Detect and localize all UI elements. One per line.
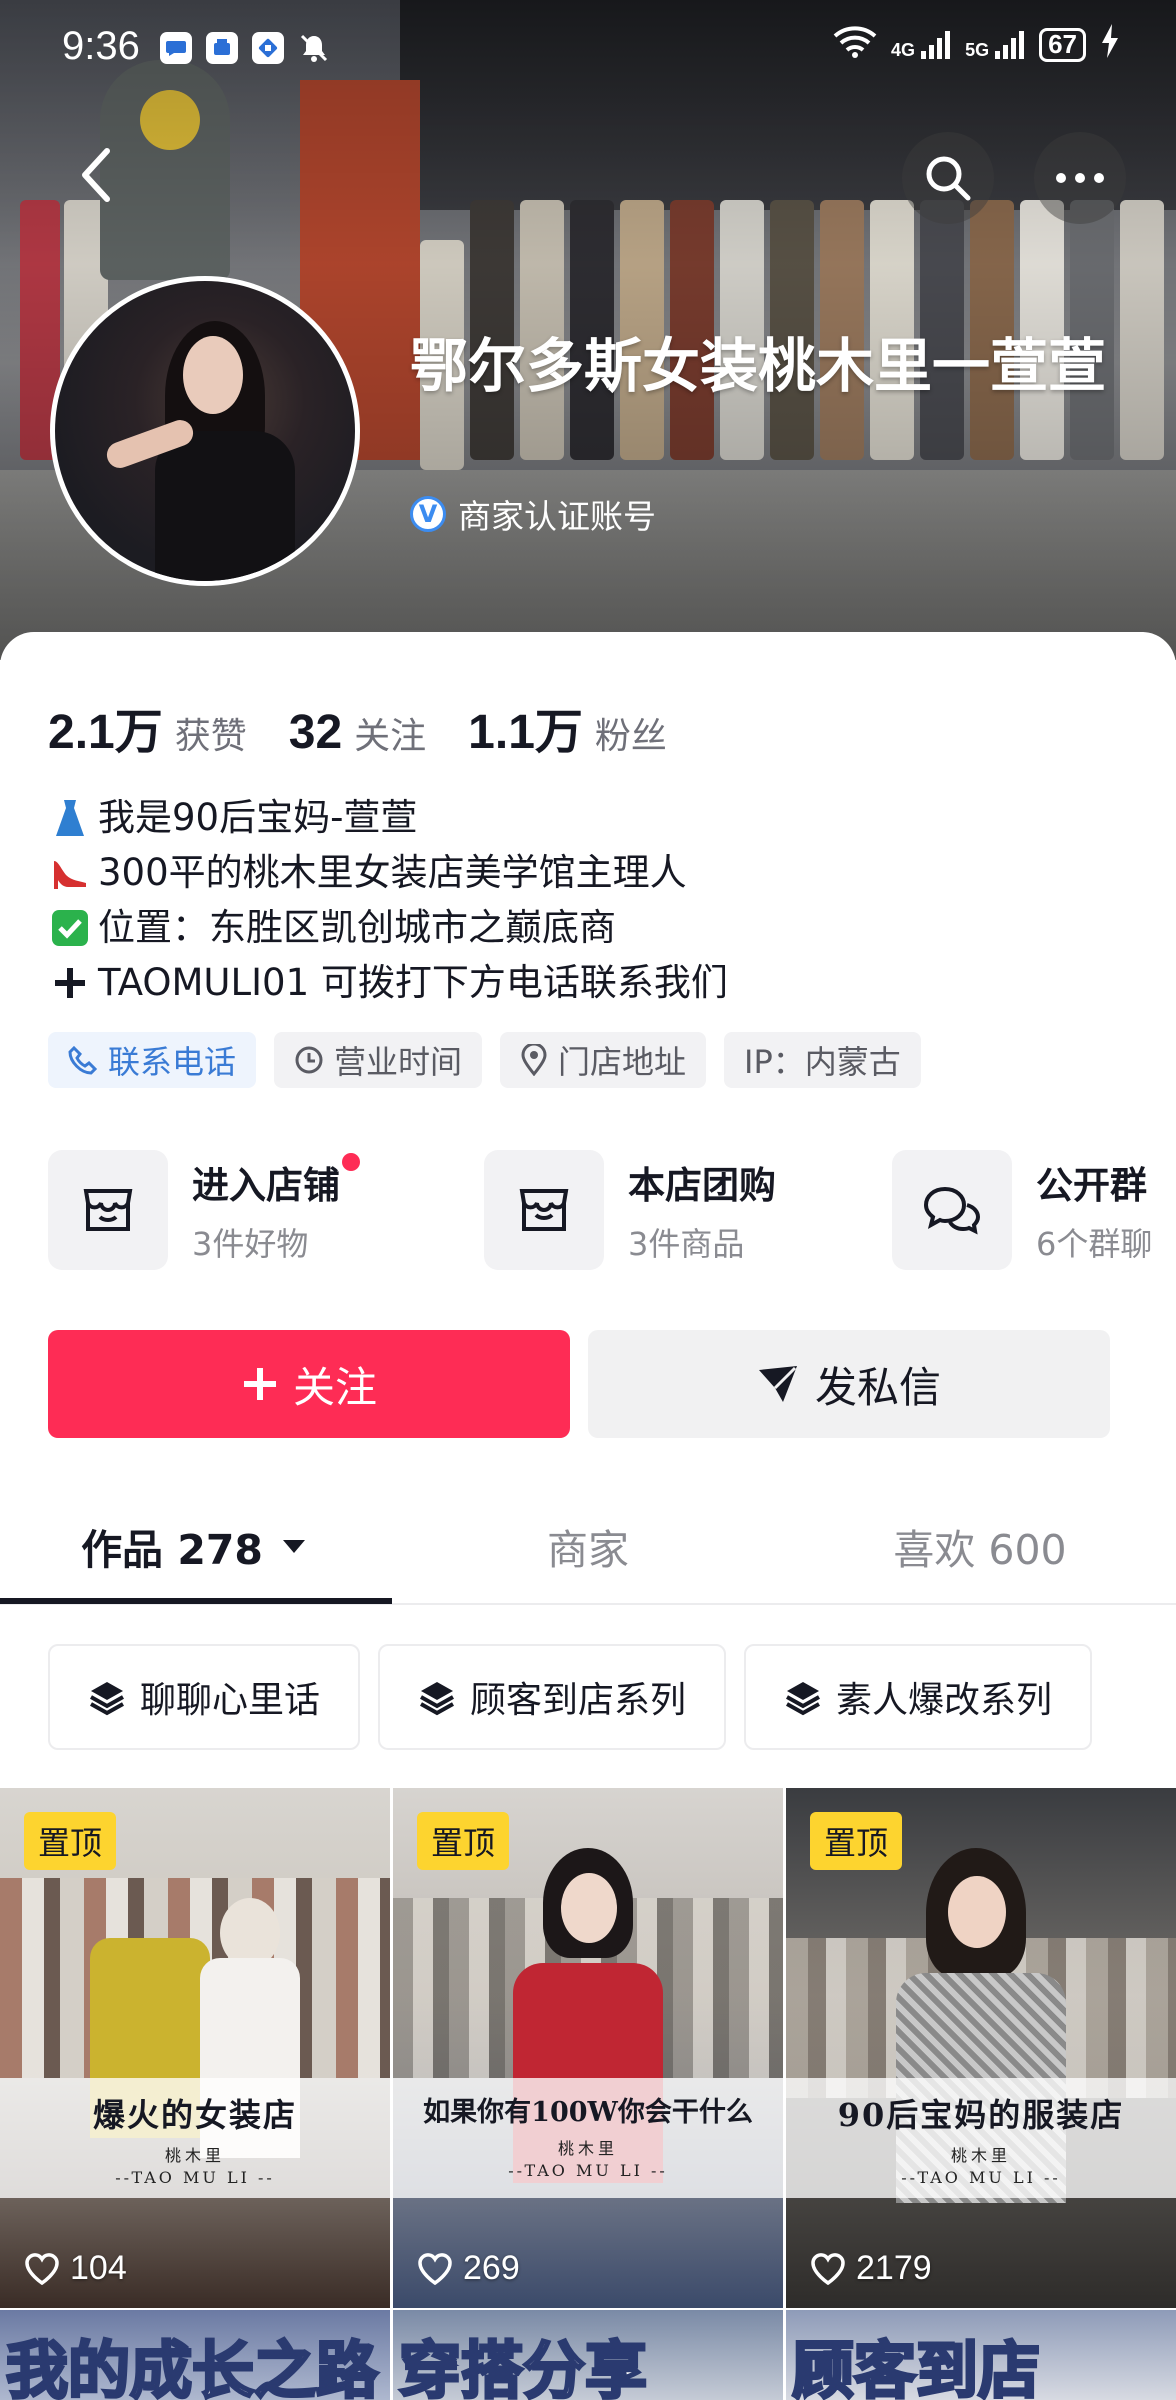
- tag-business-hours[interactable]: 营业时间: [274, 1032, 483, 1088]
- app-badge-icon: [252, 32, 284, 64]
- bio: 我是90后宝妈-萱萱 300平的桃木里女装店美学馆主理人 位置：东胜区凯创城市之…: [48, 790, 728, 1010]
- avatar[interactable]: [50, 276, 360, 586]
- tab-underline: [0, 1598, 392, 1604]
- video-caption: 如果你有100W你会干什么 桃木里 --TAO MU LI --: [393, 2078, 783, 2198]
- send-icon: [758, 1366, 797, 1402]
- content-tabs: 作品 278 商家 喜欢 600: [0, 1490, 1176, 1605]
- search-button[interactable]: [902, 132, 994, 224]
- video-card[interactable]: 顾客到店: [786, 2310, 1176, 2400]
- chat-group-icon: [923, 1186, 981, 1235]
- pinned-badge: 置顶: [417, 1812, 510, 1870]
- message-notification-icon: [160, 32, 192, 64]
- video-card[interactable]: 置顶 爆火的女装店 桃木里 --TAO MU LI -- 104: [0, 1788, 390, 2308]
- video-card[interactable]: 置顶 90后宝妈的服装店 桃木里 --TAO MU LI -- 2179: [786, 1788, 1176, 2308]
- pinned-badge: 置顶: [24, 1812, 117, 1870]
- more-dots-icon: [1056, 173, 1104, 183]
- check-mark-icon: [48, 906, 92, 950]
- status-time: 9:36: [62, 24, 140, 68]
- video-caption: 爆火的女装店 桃木里 --TAO MU LI --: [0, 2078, 390, 2198]
- wifi-icon: [833, 24, 877, 65]
- message-button[interactable]: 发私信: [588, 1330, 1110, 1438]
- shortcuts-row: 进入店铺 3件好物 本店团购 3件商品 公开群 6个群聊: [48, 1150, 1176, 1270]
- stat-likes[interactable]: 2.1万 获赞: [48, 692, 247, 762]
- search-icon: [926, 156, 971, 201]
- signal-5g-icon: 5G: [965, 29, 1025, 61]
- stat-followers[interactable]: 1.1万 粉丝: [468, 692, 667, 762]
- tab-likes[interactable]: 喜欢 600: [784, 1490, 1176, 1602]
- video-grid: 置顶 爆火的女装店 桃木里 --TAO MU LI -- 104 置顶 如果你有…: [0, 1788, 1176, 2400]
- layers-icon: [420, 1682, 454, 1716]
- collection-makeover[interactable]: 素人爆改系列: [744, 1644, 1093, 1750]
- video-card[interactable]: 穿搭分享: [393, 2310, 783, 2400]
- heart-icon: [811, 2252, 845, 2285]
- shortcut-group-buy[interactable]: 本店团购 3件商品: [484, 1150, 776, 1270]
- follow-button[interactable]: 关注: [48, 1330, 570, 1438]
- stat-following[interactable]: 32 关注: [289, 705, 426, 760]
- video-likes: 269: [417, 2249, 520, 2288]
- video-card[interactable]: 置顶 如果你有100W你会干什么 桃木里 --TAO MU LI -- 269: [393, 1788, 783, 2308]
- pinned-badge: 置顶: [810, 1812, 903, 1870]
- layers-icon: [90, 1682, 124, 1716]
- collection-customer-visits[interactable]: 顾客到店系列: [378, 1644, 727, 1750]
- tab-works[interactable]: 作品 278: [0, 1490, 392, 1602]
- location-pin-icon: [521, 1044, 547, 1076]
- plus-icon: [48, 961, 92, 1005]
- stats-row: 2.1万 获赞 32 关注 1.1万 粉丝: [48, 692, 667, 762]
- chevron-left-icon: [82, 148, 110, 202]
- tag-contact-phone[interactable]: 联系电话: [48, 1032, 257, 1088]
- heart-icon: [25, 2252, 59, 2285]
- profile-name: 鄂尔多斯女装桃木里一萱萱: [410, 332, 1107, 400]
- phone-icon: [68, 1045, 98, 1075]
- new-dot-badge: [342, 1153, 360, 1171]
- clock-icon: [295, 1046, 323, 1074]
- tab-merchant[interactable]: 商家: [392, 1490, 784, 1602]
- layers-icon: [786, 1682, 821, 1716]
- shop-icon: [83, 1189, 133, 1231]
- collection-chat[interactable]: 聊聊心里话: [48, 1644, 361, 1750]
- battery-indicator: 67: [1039, 27, 1086, 62]
- shortcut-enter-shop[interactable]: 进入店铺 3件好物: [48, 1150, 360, 1270]
- status-bar: 9:36 4G 5G 67: [0, 0, 1176, 100]
- app-notification-icon: [206, 32, 238, 64]
- signal-4g-icon: 4G: [891, 29, 951, 61]
- verification-label: 商家认证账号: [458, 497, 656, 536]
- verification-badge: V 商家认证账号: [410, 490, 656, 538]
- charging-icon: [1100, 24, 1120, 65]
- dress-icon: [48, 796, 92, 840]
- plus-icon: [243, 1368, 276, 1400]
- caret-down-icon: [282, 1540, 305, 1553]
- tag-store-address[interactable]: 门店地址: [500, 1032, 707, 1088]
- more-button[interactable]: [1034, 132, 1126, 224]
- mute-bell-icon: [298, 32, 330, 64]
- verified-v-icon: V: [410, 496, 446, 532]
- back-button[interactable]: [66, 140, 126, 210]
- info-tags: 联系电话 营业时间 门店地址 IP：内蒙古: [48, 1032, 921, 1088]
- shortcut-public-group[interactable]: 公开群 6个群聊: [892, 1150, 1152, 1270]
- group-buy-icon: [519, 1189, 569, 1231]
- tag-ip-location: IP：内蒙古: [724, 1032, 921, 1088]
- high-heel-icon: [48, 851, 92, 895]
- video-caption: 90后宝妈的服装店 桃木里 --TAO MU LI --: [786, 2078, 1176, 2198]
- video-card[interactable]: 我的成长之路: [0, 2310, 390, 2400]
- video-likes: 2179: [810, 2249, 932, 2288]
- collection-chips: 聊聊心里话 顾客到店系列 素人爆改系列: [48, 1644, 1093, 1750]
- heart-icon: [418, 2252, 452, 2285]
- video-likes: 104: [24, 2249, 127, 2288]
